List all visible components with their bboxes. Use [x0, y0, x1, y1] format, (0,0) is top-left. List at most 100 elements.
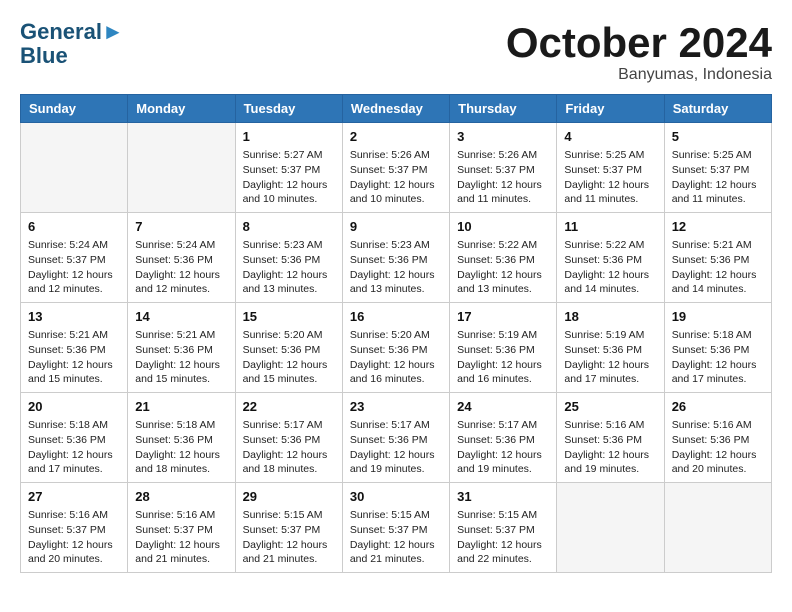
day-info: Sunrise: 5:21 AMSunset: 5:36 PMDaylight:… [28, 328, 120, 387]
logo: General►Blue [20, 20, 124, 68]
day-info: Sunrise: 5:17 AMSunset: 5:36 PMDaylight:… [457, 418, 549, 477]
day-info: Sunrise: 5:16 AMSunset: 5:37 PMDaylight:… [28, 508, 120, 567]
weekday-header-tuesday: Tuesday [235, 95, 342, 123]
day-info: Sunrise: 5:15 AMSunset: 5:37 PMDaylight:… [243, 508, 335, 567]
day-number: 30 [350, 488, 442, 506]
day-number: 15 [243, 308, 335, 326]
day-number: 24 [457, 398, 549, 416]
weekday-header-wednesday: Wednesday [342, 95, 449, 123]
day-info: Sunrise: 5:18 AMSunset: 5:36 PMDaylight:… [672, 328, 764, 387]
day-info: Sunrise: 5:15 AMSunset: 5:37 PMDaylight:… [457, 508, 549, 567]
day-info: Sunrise: 5:16 AMSunset: 5:37 PMDaylight:… [135, 508, 227, 567]
day-info: Sunrise: 5:25 AMSunset: 5:37 PMDaylight:… [672, 148, 764, 207]
day-number: 14 [135, 308, 227, 326]
calendar-table: SundayMondayTuesdayWednesdayThursdayFrid… [20, 94, 772, 573]
calendar-cell: 10 Sunrise: 5:22 AMSunset: 5:36 PMDayligh… [450, 213, 557, 303]
day-info: Sunrise: 5:17 AMSunset: 5:36 PMDaylight:… [350, 418, 442, 477]
weekday-header-saturday: Saturday [664, 95, 771, 123]
day-number: 19 [672, 308, 764, 326]
day-info: Sunrise: 5:21 AMSunset: 5:36 PMDaylight:… [135, 328, 227, 387]
calendar-cell: 23 Sunrise: 5:17 AMSunset: 5:36 PMDayligh… [342, 393, 449, 483]
calendar-cell: 8 Sunrise: 5:23 AMSunset: 5:36 PMDaylight… [235, 213, 342, 303]
calendar-cell: 2Sunrise: 5:26 AMSunset: 5:37 PMDaylight… [342, 123, 449, 213]
day-number: 4 [564, 128, 656, 146]
week-row-3: 13 Sunrise: 5:21 AMSunset: 5:36 PMDayligh… [21, 303, 772, 393]
week-row-1: 1 Sunrise: 5:27 AMSunset: 5:37 PMDaylight… [21, 123, 772, 213]
day-number: 12 [672, 218, 764, 236]
day-info: Sunrise: 5:27 AMSunset: 5:37 PMDaylight:… [243, 148, 335, 207]
weekday-header-row: SundayMondayTuesdayWednesdayThursdayFrid… [21, 95, 772, 123]
week-row-5: 27 Sunrise: 5:16 AMSunset: 5:37 PMDayligh… [21, 482, 772, 572]
day-info: Sunrise: 5:24 AMSunset: 5:36 PMDaylight:… [135, 238, 227, 297]
day-number: 21 [135, 398, 227, 416]
calendar-cell: 19 Sunrise: 5:18 AMSunset: 5:36 PMDayligh… [664, 303, 771, 393]
calendar-cell: 5 Sunrise: 5:25 AMSunset: 5:37 PMDaylight… [664, 123, 771, 213]
day-number: 16 [350, 308, 442, 326]
day-info: Sunrise: 5:20 AMSunset: 5:36 PMDaylight:… [243, 328, 335, 387]
page-header: General►Blue October 2024 Banyumas, Indo… [20, 20, 772, 84]
month-title: October 2024 [506, 20, 772, 66]
day-info: Sunrise: 5:21 AMSunset: 5:36 PMDaylight:… [672, 238, 764, 297]
day-number: 27 [28, 488, 120, 506]
day-info: Sunrise: 5:26 AMSunset: 5:37 PMDaylight:… [457, 148, 549, 207]
day-number: 1 [243, 128, 335, 146]
day-number: 22 [243, 398, 335, 416]
day-number: 5 [672, 128, 764, 146]
calendar-cell: 13 Sunrise: 5:21 AMSunset: 5:36 PMDayligh… [21, 303, 128, 393]
calendar-cell: 22 Sunrise: 5:17 AMSunset: 5:36 PMDayligh… [235, 393, 342, 483]
weekday-header-sunday: Sunday [21, 95, 128, 123]
day-number: 18 [564, 308, 656, 326]
day-number: 25 [564, 398, 656, 416]
calendar-cell: 12 Sunrise: 5:21 AMSunset: 5:36 PMDayligh… [664, 213, 771, 303]
day-info: Sunrise: 5:22 AMSunset: 5:36 PMDaylight:… [564, 238, 656, 297]
day-info: Sunrise: 5:16 AMSunset: 5:36 PMDaylight:… [672, 418, 764, 477]
day-number: 20 [28, 398, 120, 416]
logo-text: General►Blue [20, 20, 124, 68]
day-info: Sunrise: 5:18 AMSunset: 5:36 PMDaylight:… [135, 418, 227, 477]
day-info: Sunrise: 5:26 AMSunset: 5:37 PMDaylight:… [350, 148, 442, 207]
location-subtitle: Banyumas, Indonesia [506, 66, 772, 84]
calendar-cell [557, 482, 664, 572]
day-number: 10 [457, 218, 549, 236]
day-number: 17 [457, 308, 549, 326]
day-number: 8 [243, 218, 335, 236]
day-number: 23 [350, 398, 442, 416]
calendar-cell: 20 Sunrise: 5:18 AMSunset: 5:36 PMDayligh… [21, 393, 128, 483]
day-number: 13 [28, 308, 120, 326]
calendar-cell: 28Sunrise: 5:16 AMSunset: 5:37 PMDayligh… [128, 482, 235, 572]
weekday-header-friday: Friday [557, 95, 664, 123]
calendar-cell: 24 Sunrise: 5:17 AMSunset: 5:36 PMDayligh… [450, 393, 557, 483]
calendar-cell: 30Sunrise: 5:15 AMSunset: 5:37 PMDayligh… [342, 482, 449, 572]
calendar-cell: 31 Sunrise: 5:15 AMSunset: 5:37 PMDayligh… [450, 482, 557, 572]
calendar-cell: 17 Sunrise: 5:19 AMSunset: 5:36 PMDayligh… [450, 303, 557, 393]
week-row-2: 6Sunrise: 5:24 AMSunset: 5:37 PMDaylight… [21, 213, 772, 303]
calendar-cell: 26 Sunrise: 5:16 AMSunset: 5:36 PMDayligh… [664, 393, 771, 483]
day-info: Sunrise: 5:17 AMSunset: 5:36 PMDaylight:… [243, 418, 335, 477]
weekday-header-thursday: Thursday [450, 95, 557, 123]
day-number: 29 [243, 488, 335, 506]
day-number: 11 [564, 218, 656, 236]
day-number: 9 [350, 218, 442, 236]
day-info: Sunrise: 5:19 AMSunset: 5:36 PMDaylight:… [457, 328, 549, 387]
calendar-cell [664, 482, 771, 572]
calendar-cell: 1 Sunrise: 5:27 AMSunset: 5:37 PMDaylight… [235, 123, 342, 213]
day-info: Sunrise: 5:16 AMSunset: 5:36 PMDaylight:… [564, 418, 656, 477]
weekday-header-monday: Monday [128, 95, 235, 123]
week-row-4: 20 Sunrise: 5:18 AMSunset: 5:36 PMDayligh… [21, 393, 772, 483]
calendar-cell: 21 Sunrise: 5:18 AMSunset: 5:36 PMDayligh… [128, 393, 235, 483]
day-info: Sunrise: 5:18 AMSunset: 5:36 PMDaylight:… [28, 418, 120, 477]
calendar-cell: 18 Sunrise: 5:19 AMSunset: 5:36 PMDayligh… [557, 303, 664, 393]
day-number: 26 [672, 398, 764, 416]
day-info: Sunrise: 5:19 AMSunset: 5:36 PMDaylight:… [564, 328, 656, 387]
calendar-cell: 25 Sunrise: 5:16 AMSunset: 5:36 PMDayligh… [557, 393, 664, 483]
calendar-cell: 7 Sunrise: 5:24 AMSunset: 5:36 PMDaylight… [128, 213, 235, 303]
calendar-cell: 27 Sunrise: 5:16 AMSunset: 5:37 PMDayligh… [21, 482, 128, 572]
calendar-cell: 29 Sunrise: 5:15 AMSunset: 5:37 PMDayligh… [235, 482, 342, 572]
day-info: Sunrise: 5:22 AMSunset: 5:36 PMDaylight:… [457, 238, 549, 297]
day-number: 7 [135, 218, 227, 236]
day-info: Sunrise: 5:24 AMSunset: 5:37 PMDaylight:… [28, 238, 120, 297]
day-number: 31 [457, 488, 549, 506]
calendar-cell: 4Sunrise: 5:25 AMSunset: 5:37 PMDaylight… [557, 123, 664, 213]
calendar-cell: 15 Sunrise: 5:20 AMSunset: 5:36 PMDayligh… [235, 303, 342, 393]
day-info: Sunrise: 5:23 AMSunset: 5:36 PMDaylight:… [243, 238, 335, 297]
